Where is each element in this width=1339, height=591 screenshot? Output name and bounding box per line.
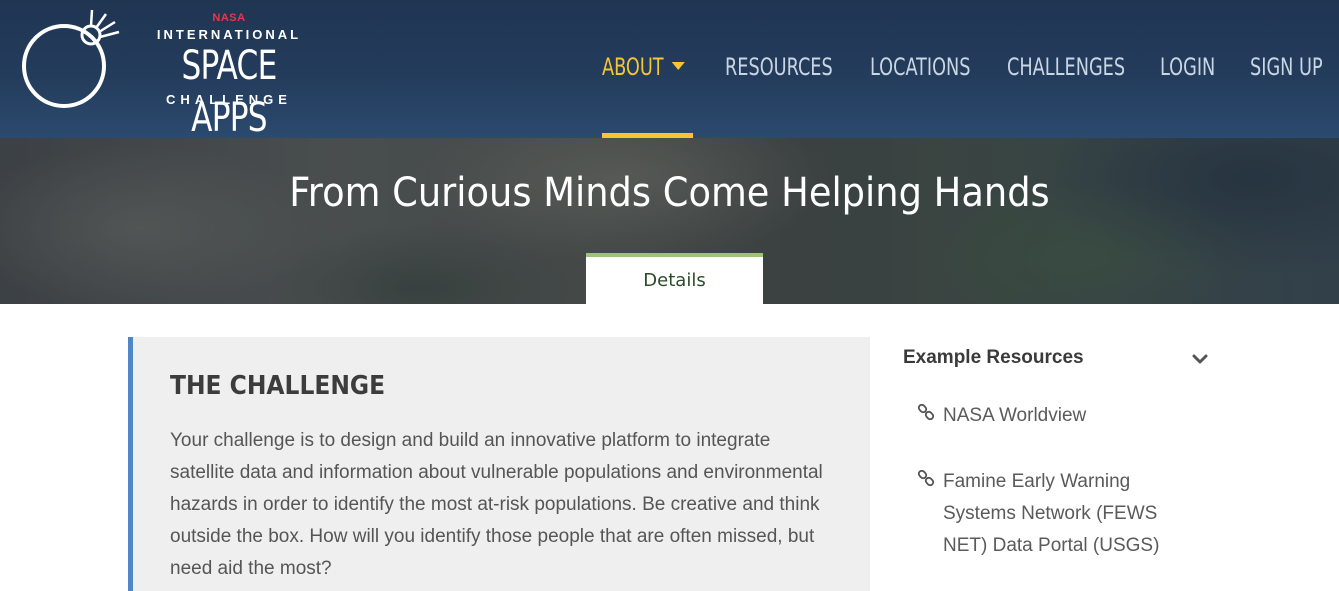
site-header: NASA INTERNATIONAL SPACE APPS CHALLENGE …: [0, 0, 1339, 141]
chevron-down-icon[interactable]: [1192, 351, 1208, 367]
link-icon: [917, 404, 935, 421]
challenge-heading: THE CHALLENGE: [170, 371, 386, 401]
resource-label: Famine Early Warning Systems Network (FE…: [943, 471, 1160, 556]
challenge-panel: THE CHALLENGE Your challenge is to desig…: [128, 337, 870, 591]
hero-banner: From Curious Minds Come Helping Hands De…: [0, 138, 1339, 304]
link-icon: [917, 470, 935, 487]
main-nav: ABOUT RESOURCES LOCATIONS CHALLENGES LOG…: [0, 47, 1339, 87]
nav-challenges[interactable]: CHALLENGES: [1007, 47, 1125, 87]
tab-details[interactable]: Details: [586, 253, 763, 304]
nav-login[interactable]: LOGIN: [1160, 47, 1215, 87]
challenge-description: Your challenge is to design and build an…: [170, 430, 823, 579]
logo-nasa: NASA: [212, 12, 246, 24]
example-resources-panel: Example Resources NASA Worldview Famine …: [903, 337, 1213, 591]
nav-sign-up[interactable]: SIGN UP: [1250, 47, 1323, 87]
example-resources-title: Example Resources: [903, 347, 1084, 368]
page-title: From Curious Minds Come Helping Hands: [289, 170, 1050, 216]
nav-about[interactable]: ABOUT: [602, 47, 685, 87]
logo-challenge: CHALLENGE: [166, 92, 292, 107]
resource-label: NASA Worldview: [943, 405, 1087, 426]
resource-link-nasa-worldview[interactable]: NASA Worldview: [917, 400, 1197, 434]
resource-link-fews-net[interactable]: Famine Early Warning Systems Network (FE…: [917, 466, 1197, 566]
caret-down-icon: [671, 62, 685, 70]
nav-resources[interactable]: RESOURCES: [725, 47, 833, 87]
nav-locations[interactable]: LOCATIONS: [870, 47, 970, 87]
nav-about-label: ABOUT: [602, 53, 664, 81]
